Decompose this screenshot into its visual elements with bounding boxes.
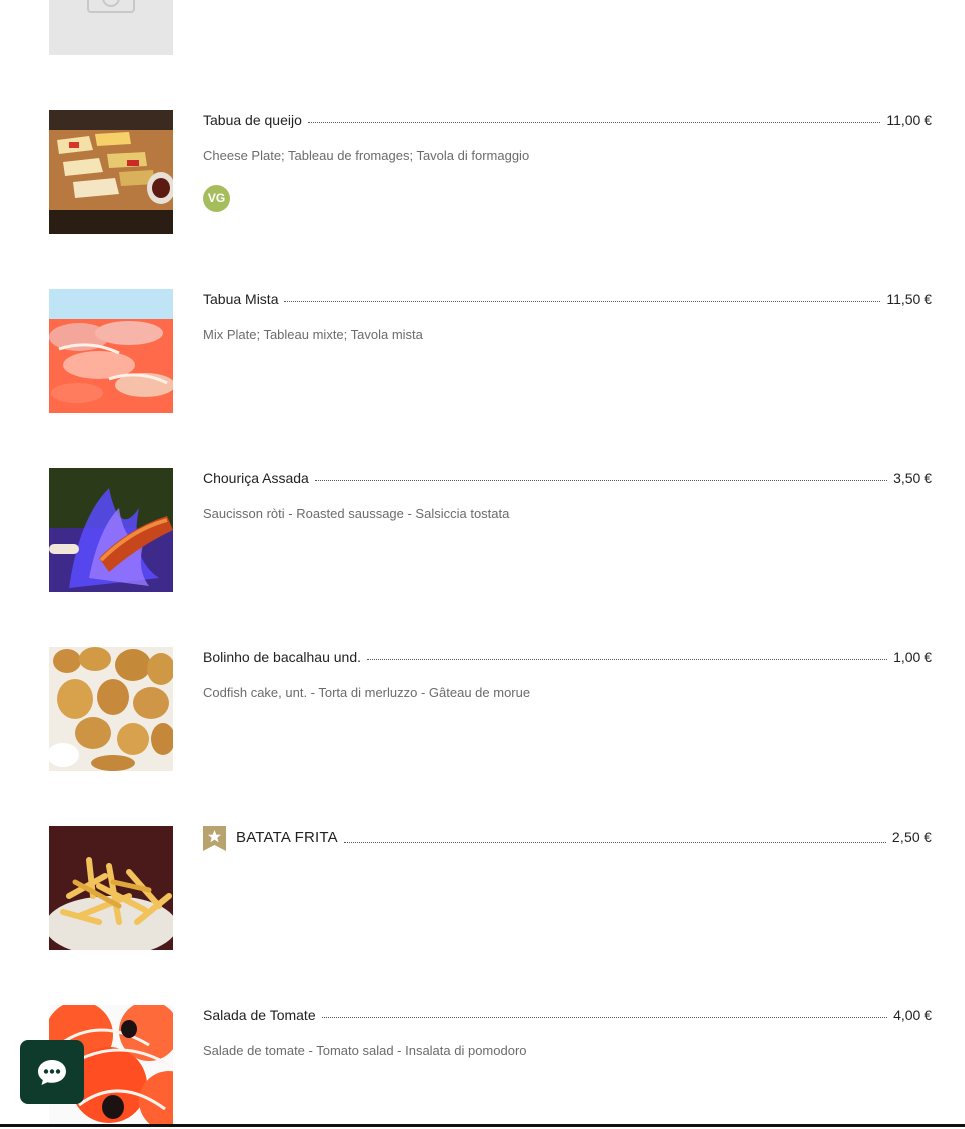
menu-item-price: 11,50 € — [886, 291, 932, 307]
roasted-sausage-photo — [49, 468, 173, 592]
codfish-cake-photo — [49, 647, 173, 771]
menu-item-price: 2,50 € — [891, 829, 932, 845]
menu-item-name: Tabua Mista — [203, 291, 279, 307]
menu-item-name: Salada de Tomate — [203, 1007, 316, 1023]
menu-item-header: Chouriça Assada 3,50 € — [203, 470, 932, 486]
menu-item-description: Saucisson ròti - Roasted saussage - Sals… — [203, 506, 510, 521]
chat-bubble-icon — [38, 1060, 66, 1085]
menu-item-description: Mix Plate; Tableau mixte; Tavola mista — [203, 327, 423, 342]
dotted-leader — [314, 479, 888, 481]
menu-item-description: Cheese Plate; Tableau de fromages; Tavol… — [203, 148, 530, 163]
menu-item-header: BATATA FRITA 2,50 € — [236, 829, 932, 846]
image-placeholder — [49, 0, 173, 55]
star-ribbon-icon — [203, 826, 226, 851]
french-fries-photo — [49, 826, 173, 950]
camera-icon — [87, 0, 135, 13]
menu-item-price: 11,00 € — [886, 112, 932, 128]
menu-item-header: Tabua de queijo 11,00 € — [203, 112, 932, 128]
menu-item-description: Salade de tomate - Tomato salad - Insala… — [203, 1043, 527, 1058]
menu-item-header: Salada de Tomate 4,00 € — [203, 1007, 932, 1023]
dotted-leader — [284, 300, 881, 302]
menu-item-name: BATATA FRITA — [236, 829, 338, 846]
menu-item-description: Codfish cake, unt. - Torta di merluzzo -… — [203, 685, 531, 700]
menu-item-name: Bolinho de bacalhau und. — [203, 649, 362, 665]
menu-item[interactable]: Chouriça Assada 3,50 € Saucisson ròti - … — [0, 468, 965, 592]
menu-item[interactable]: Tabua Mista 11,50 € Mix Plate; Tableau m… — [0, 289, 965, 413]
menu-item-name: Tabua de queijo — [203, 112, 302, 128]
dotted-leader — [321, 1016, 888, 1018]
chat-button[interactable] — [20, 1040, 84, 1104]
dotted-leader — [343, 841, 886, 843]
menu-item[interactable]: Bolinho de bacalhau und. 1,00 € Codfish … — [0, 647, 965, 771]
cheese-plate-photo — [49, 110, 173, 234]
menu-item-price: 4,00 € — [893, 1007, 932, 1023]
menu-item-price: 1,00 € — [893, 649, 932, 665]
dotted-leader — [367, 658, 888, 660]
menu-item-header: Bolinho de bacalhau und. 1,00 € — [203, 649, 932, 665]
menu-item-header: Tabua Mista 11,50 € — [203, 291, 932, 307]
menu-item-price: 3,50 € — [893, 470, 932, 486]
mix-plate-photo — [49, 289, 173, 413]
menu-item-featured[interactable]: BATATA FRITA 2,50 € — [0, 826, 965, 950]
vegetarian-badge: VG — [203, 185, 230, 212]
menu-item-name: Chouriça Assada — [203, 470, 309, 486]
menu-item[interactable]: Salada de Tomate 4,00 € Salade de tomate… — [0, 1005, 965, 1129]
menu-item[interactable]: Tabua de queijo 11,00 € Cheese Plate; Ta… — [0, 110, 965, 234]
dotted-leader — [307, 121, 881, 123]
